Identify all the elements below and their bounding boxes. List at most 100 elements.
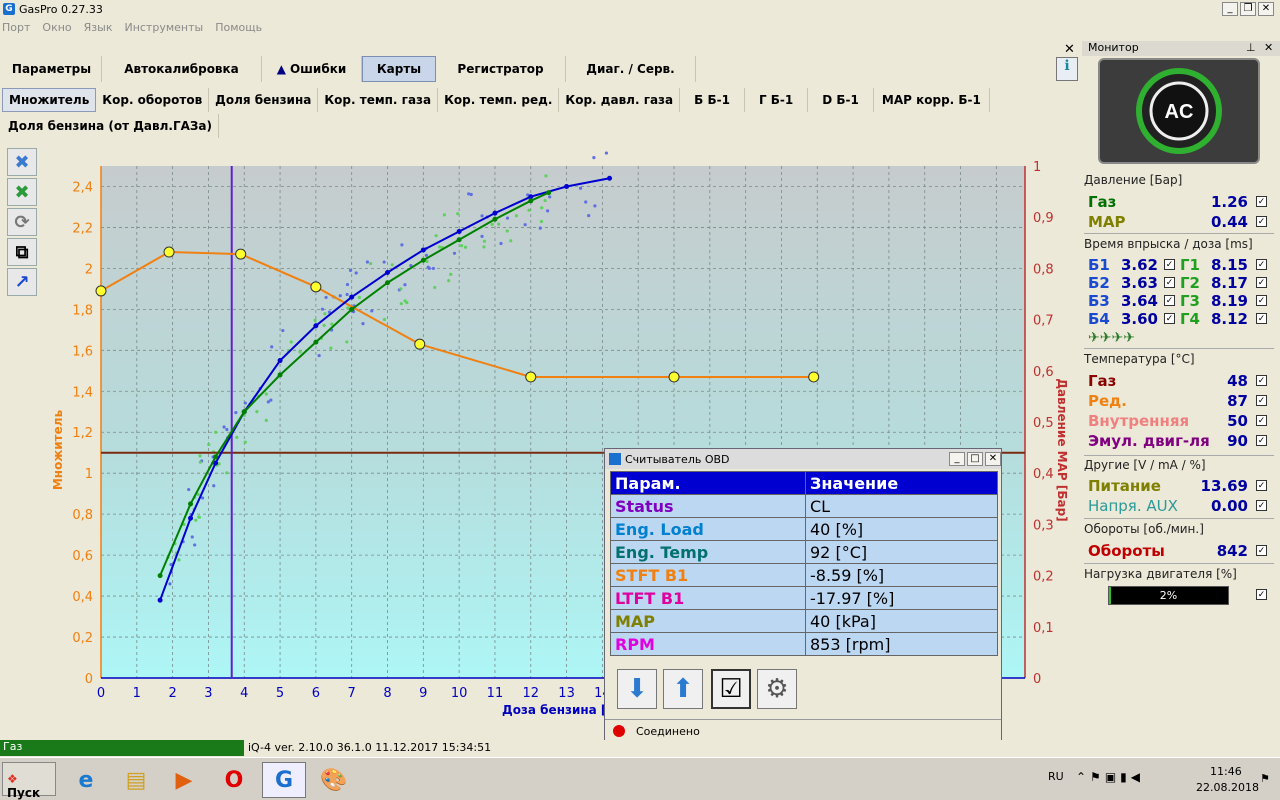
subtab-g-b1[interactable]: Г Б-1 xyxy=(745,88,809,112)
internet-explorer-icon[interactable]: e xyxy=(64,762,108,798)
tray-icons[interactable]: ⌃⚑▣▮◀ xyxy=(1076,770,1144,784)
map-point xyxy=(310,281,322,293)
petrol-injector-checkbox[interactable]: ✓ xyxy=(1164,277,1175,288)
scatter-point xyxy=(497,222,501,226)
subtab-petrol-share[interactable]: Доля бензина xyxy=(209,88,319,112)
arrow-down-icon[interactable]: ⬇ xyxy=(617,669,657,709)
map-checkbox[interactable]: ✓ xyxy=(1256,216,1267,227)
obd-minimize-button[interactable]: _ xyxy=(949,452,965,466)
gas-injector-checkbox[interactable]: ✓ xyxy=(1256,259,1267,270)
rpm-checkbox[interactable]: ✓ xyxy=(1256,545,1267,556)
tab-diag-service[interactable]: Диаг. / Серв. xyxy=(566,56,696,82)
checkbox-icon[interactable]: ☑ xyxy=(711,669,751,709)
windows-logo-icon: ❖ xyxy=(7,772,18,786)
subtab-d-b1[interactable]: D Б-1 xyxy=(808,88,874,112)
delete-blue-icon[interactable]: ✖ xyxy=(7,148,37,176)
subtab-gas-press-corr[interactable]: Кор. давл. газа xyxy=(559,88,681,112)
subtab-multiplier[interactable]: Множитель xyxy=(2,88,97,112)
scatter-point xyxy=(592,156,596,160)
temp-checkbox[interactable]: ✓ xyxy=(1256,415,1267,426)
subtab-map-corr[interactable]: MAP корр. Б-1 xyxy=(874,88,990,112)
media-player-icon[interactable]: ▶ xyxy=(162,762,206,798)
language-indicator[interactable]: RU xyxy=(1048,770,1064,783)
paint-icon[interactable]: 🎨 xyxy=(312,762,356,798)
aux-checkbox[interactable]: ✓ xyxy=(1256,500,1267,511)
gas-injector-checkbox[interactable]: ✓ xyxy=(1256,277,1267,288)
monitor-close-icon[interactable]: ✕ xyxy=(1264,41,1273,54)
refresh-icon[interactable]: ⟳ xyxy=(7,208,37,236)
x-tick-label: 0 xyxy=(97,686,105,701)
info-icon[interactable]: ℹ xyxy=(1056,57,1078,81)
temp-checkbox[interactable]: ✓ xyxy=(1256,435,1267,446)
obd-param: Eng. Temp xyxy=(610,540,806,564)
petrol-injector-checkbox[interactable]: ✓ xyxy=(1164,259,1175,270)
explorer-folder-icon[interactable]: ▤ xyxy=(114,762,158,798)
petrol-injector-checkbox[interactable]: ✓ xyxy=(1164,313,1175,324)
tab-autocalibration[interactable]: Автокалибровка xyxy=(102,56,262,82)
start-button[interactable]: ❖ Пуск xyxy=(2,762,56,800)
minimize-button[interactable]: _ xyxy=(1222,2,1238,16)
scatter-point xyxy=(194,518,198,522)
petrol-injector-checkbox[interactable]: ✓ xyxy=(1164,295,1175,306)
scatter-point xyxy=(538,226,542,230)
gaspro-taskbar-icon[interactable]: G xyxy=(262,762,306,798)
scatter-point xyxy=(357,295,362,300)
scatter-point xyxy=(604,151,609,155)
obd-value: 92 [°C] xyxy=(805,540,998,564)
scatter-point xyxy=(243,440,247,444)
temp-label: Газ xyxy=(1088,372,1117,390)
load-bar: 2% xyxy=(1108,586,1229,605)
temperature-title: Температура [°C] xyxy=(1084,352,1195,366)
y-tick-label: 0,8 xyxy=(72,508,93,523)
menu-port[interactable]: Порт xyxy=(2,21,30,34)
subtab-b-b1[interactable]: Б Б-1 xyxy=(680,88,745,112)
scatter-point xyxy=(168,582,172,586)
restore-button[interactable]: ❐ xyxy=(1240,2,1256,16)
menu-bar: Порт Окно Язык Инструменты Помощь xyxy=(0,18,1080,36)
pin-icon[interactable]: ⊥ xyxy=(1246,41,1256,54)
menu-language[interactable]: Язык xyxy=(84,21,113,34)
temp-checkbox[interactable]: ✓ xyxy=(1256,395,1267,406)
temp-value: 87 xyxy=(1227,392,1248,410)
petrol-injector-label: Б2 xyxy=(1088,274,1110,292)
scatter-point xyxy=(317,353,321,358)
tab-maps[interactable]: Карты xyxy=(362,56,436,82)
frame-icon[interactable]: ⧉ xyxy=(7,238,37,266)
scatter-point xyxy=(499,241,503,246)
curve-point xyxy=(188,501,194,507)
pressure-title: Давление [Бар] xyxy=(1084,173,1183,187)
curve-point xyxy=(349,294,355,300)
temp-checkbox[interactable]: ✓ xyxy=(1256,375,1267,386)
obd-value: 40 [%] xyxy=(805,517,998,541)
gas-injector-checkbox[interactable]: ✓ xyxy=(1256,313,1267,324)
curve-icon[interactable]: ↗ xyxy=(7,268,37,296)
arrow-up-icon[interactable]: ⬆ xyxy=(663,669,703,709)
subtab-rpm-corr[interactable]: Кор. оборотов xyxy=(96,88,210,112)
obd-close-button[interactable]: ✕ xyxy=(985,452,1001,466)
subtab-reducer-temp-corr[interactable]: Кор. темп. ред. xyxy=(438,88,560,112)
close-panel-icon[interactable]: ✕ xyxy=(1064,42,1075,57)
scatter-point xyxy=(214,430,218,434)
menu-tools[interactable]: Инструменты xyxy=(124,21,203,34)
obd-restore-button[interactable]: □ xyxy=(967,452,983,466)
gas-injector-checkbox[interactable]: ✓ xyxy=(1256,295,1267,306)
menu-window[interactable]: Окно xyxy=(42,21,71,34)
map-value: 0.44 xyxy=(1210,213,1248,231)
tab-recorder[interactable]: Регистратор xyxy=(436,56,566,82)
close-button[interactable]: ✕ xyxy=(1258,2,1274,16)
tab-parameters[interactable]: Параметры xyxy=(2,56,102,82)
subtab-petrol-share-gas-press[interactable]: Доля бензина (от Давл.ГАЗа) xyxy=(2,114,219,138)
obd-row: Status CL xyxy=(610,494,998,518)
opera-icon[interactable]: O xyxy=(212,762,256,798)
delete-green-icon[interactable]: ✖ xyxy=(7,178,37,206)
gear-icon[interactable]: ⚙ xyxy=(757,669,797,709)
tab-errors[interactable]: ▲ Ошибки xyxy=(262,56,362,82)
x-tick-label: 8 xyxy=(383,686,391,701)
notification-icon[interactable]: ⚑ xyxy=(1260,772,1270,785)
subtab-gas-temp-corr[interactable]: Кор. темп. газа xyxy=(318,88,439,112)
menu-help[interactable]: Помощь xyxy=(215,21,262,34)
gas-pressure-checkbox[interactable]: ✓ xyxy=(1256,196,1267,207)
load-checkbox[interactable]: ✓ xyxy=(1256,589,1267,600)
y2-axis-label: Давление MAP [Бар] xyxy=(1055,378,1069,521)
power-checkbox[interactable]: ✓ xyxy=(1256,480,1267,491)
